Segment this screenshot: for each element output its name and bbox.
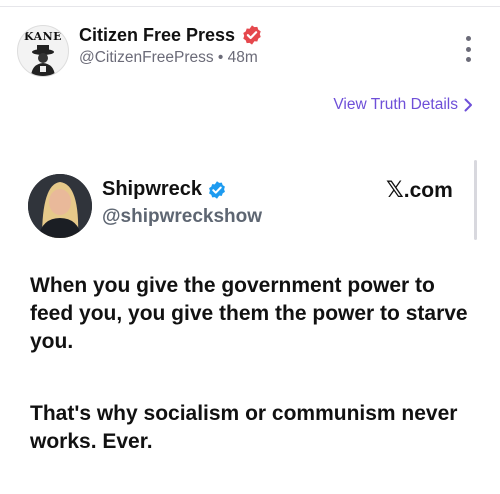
- author-name[interactable]: Citizen Free Press: [79, 25, 235, 46]
- meta-separator: •: [217, 49, 228, 66]
- embed-paragraph: That's why socialism or communism never …: [30, 402, 458, 453]
- embed-author-name[interactable]: Shipwreck: [102, 178, 202, 201]
- author-meta: @CitizenFreePress • 48m: [79, 49, 258, 67]
- embed-name-row: Shipwreck: [102, 178, 227, 201]
- avatar-figure-icon: [31, 45, 55, 76]
- embed-avatar-photo: [28, 174, 92, 238]
- x-verified-badge-icon: [209, 180, 225, 199]
- view-details-label: View Truth Details: [333, 96, 458, 113]
- dot: [465, 46, 471, 52]
- dot: [465, 57, 471, 62]
- author-avatar[interactable]: KANE: [17, 25, 69, 77]
- embed-paragraph: When you give the government power to fe…: [30, 274, 468, 353]
- view-truth-details-link[interactable]: View Truth Details: [333, 96, 473, 114]
- source-domain: .com: [403, 179, 453, 202]
- more-options-icon[interactable]: [458, 36, 478, 62]
- post-time: 48m: [227, 49, 258, 66]
- top-divider: [0, 0, 500, 7]
- scrollbar[interactable]: [474, 160, 477, 240]
- author-name-row: Citizen Free Press: [79, 24, 263, 46]
- x-logo-icon: 𝕏: [386, 178, 404, 203]
- embed-author-handle[interactable]: @shipwreckshow: [102, 206, 262, 228]
- verified-badge-icon: [243, 25, 261, 45]
- embed-avatar[interactable]: [28, 174, 92, 238]
- dot: [465, 36, 471, 41]
- chevron-right-icon: [464, 98, 472, 112]
- author-handle[interactable]: @CitizenFreePress: [79, 49, 214, 66]
- source-link[interactable]: 𝕏.com: [386, 178, 453, 203]
